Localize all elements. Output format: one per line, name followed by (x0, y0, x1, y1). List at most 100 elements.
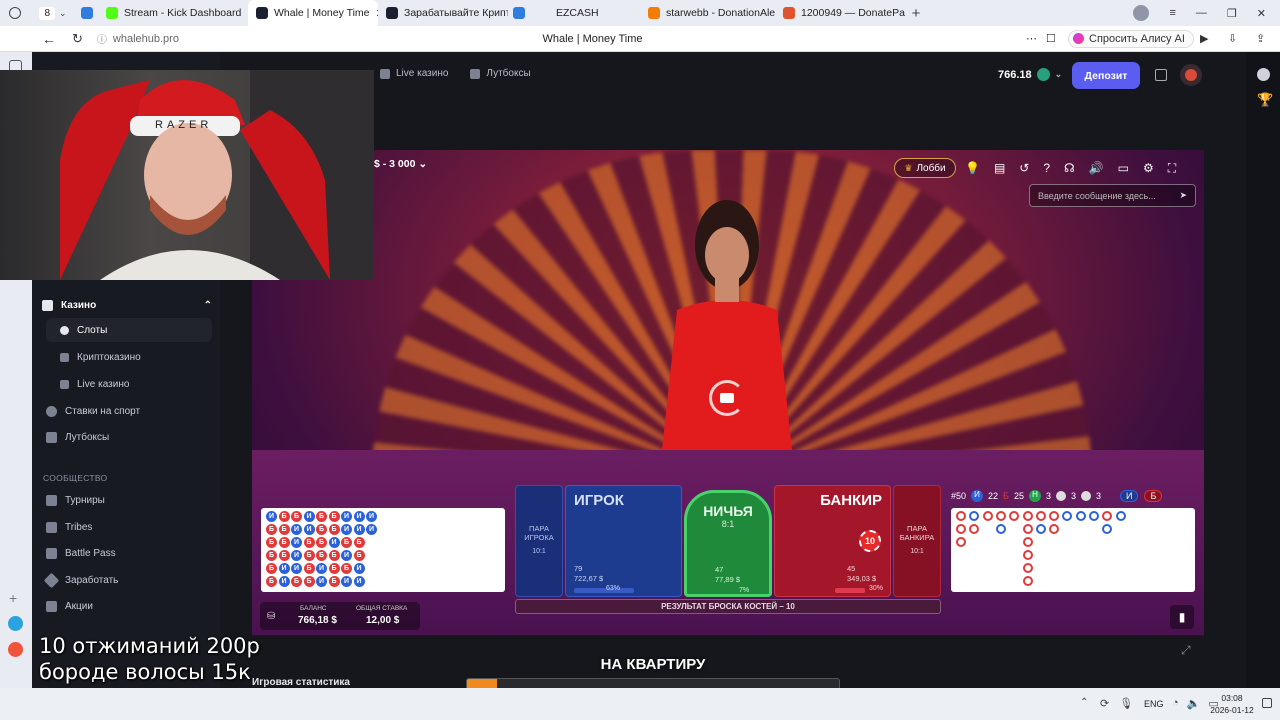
share-icon[interactable]: ⇪ (1256, 32, 1265, 45)
window-close-icon[interactable]: ✕ (1257, 7, 1266, 20)
gift-icon[interactable] (1155, 69, 1167, 81)
chevron-down-icon[interactable]: ⌄ (59, 8, 67, 19)
history-icon[interactable] (0, 7, 30, 19)
tab-label: 1200949 — DonatePay (801, 7, 905, 19)
sidebar-item-promotions[interactable]: Акции (46, 601, 93, 612)
tab-ezcash[interactable]: EZCASH (530, 0, 640, 26)
community-heading: СООБЩЕСТВО (43, 473, 108, 483)
media-icon[interactable]: ▶ (1200, 32, 1208, 45)
sidebar-item-tournaments[interactable]: Турниры (46, 495, 105, 506)
downloads-icon[interactable]: ⇩ (1228, 32, 1237, 45)
video-icon[interactable]: ▭ (1118, 161, 1129, 176)
tie-bet[interactable]: НИЧЬЯ 8:1 47 77,89 $ 7% (684, 490, 772, 597)
sync-icon[interactable]: ⟳ (1100, 697, 1109, 710)
bookmark-icon[interactable]: ☐ (1046, 32, 1056, 45)
profile-avatar[interactable] (1133, 5, 1150, 21)
sidebar-casino-section[interactable]: Казино ⌃ (42, 300, 212, 311)
sidebar-item-lootboxes[interactable]: Лутбоксы (46, 432, 109, 443)
sidebar-item-cryptocasino[interactable]: Криптоказино (60, 352, 141, 363)
settings-icon[interactable]: ⚙ (1143, 161, 1154, 176)
speaker-icon[interactable]: 🔈 (1187, 697, 1201, 710)
tie-bettors: 47 (715, 565, 724, 574)
more-icon[interactable]: ⋯ (1026, 32, 1037, 45)
bead-road: ИББИББИИИББИИББИИИББИББИББББИБББИББИИБИБ… (261, 508, 505, 592)
nav-lootboxes[interactable]: Лутбоксы (470, 68, 531, 79)
sidebar-item-slots[interactable]: Слоты (46, 318, 212, 342)
deposit-button[interactable]: Депозит (1072, 62, 1140, 89)
player-label: ИГРОК (574, 492, 624, 509)
tab-pinned-2[interactable] (508, 0, 530, 26)
tab-whale[interactable]: Whale | Money Time ✕ (248, 0, 378, 26)
player-pair-label: ПАРА ИГРОКА (524, 524, 554, 542)
chat-icon[interactable]: ▤ (994, 161, 1005, 176)
send-icon[interactable]: ➤ (1179, 190, 1187, 201)
restore-icon[interactable]: ❐ (1227, 7, 1237, 20)
new-tab-button[interactable]: + (905, 5, 927, 22)
volume-icon[interactable]: 🔊 (1089, 161, 1104, 176)
live-icon (380, 68, 390, 79)
alice-button[interactable]: Спросить Алису AI (1068, 29, 1194, 48)
help-icon[interactable]: ? (1043, 161, 1050, 176)
player-pair-count: 3 (1070, 491, 1076, 501)
cherry-icon (60, 325, 69, 335)
history-icon[interactable]: ↺ (1019, 161, 1029, 176)
telegram-icon[interactable] (8, 616, 23, 631)
minimize-icon[interactable]: — (1196, 7, 1207, 19)
chevron-up-icon[interactable]: ⌃ (204, 300, 212, 311)
bead-road-cell: И (291, 537, 302, 548)
sidebar-item-live-casino[interactable]: Live казино (60, 379, 129, 390)
statistics-icon[interactable]: ▮ (1170, 605, 1194, 629)
banker-predict-button[interactable]: Б (1144, 490, 1163, 502)
bead-road-cell: И (341, 576, 352, 587)
tab-counter[interactable]: 8 ⌄ (30, 6, 76, 20)
bead-road-cell: Б (278, 537, 290, 548)
trophy-icon[interactable]: 🏆 (1257, 92, 1273, 108)
razer-logo: RAZER (155, 119, 213, 131)
wifi-icon[interactable]: ◔ (1172, 697, 1179, 710)
sidebar-item-sports[interactable]: Ставки на спорт (46, 406, 140, 417)
sidebar-item-battle-pass[interactable]: Battle Pass (46, 548, 116, 559)
player-predict-button[interactable]: И (1120, 490, 1139, 502)
headset-icon[interactable]: ☊ (1064, 161, 1075, 176)
tray-chevron-icon[interactable]: ⌃ (1080, 697, 1088, 708)
casino-label: Казино (61, 300, 97, 311)
expand-icon[interactable]: ⤢ (1181, 643, 1191, 658)
sidebar-item-label: Tribes (65, 522, 93, 533)
bet-limits[interactable]: $ - 3 000 ⌄ (374, 158, 427, 170)
player-bet[interactable]: ИГРОК 79 722,67 $ 63% (565, 485, 682, 597)
bead-road-cell: И (353, 563, 365, 574)
player-progress (574, 588, 634, 593)
add-panel-icon[interactable]: + (9, 590, 17, 606)
tab-donationalerts[interactable]: starwebb - DonationAlert (640, 0, 775, 26)
tab-kick[interactable]: Stream - Kick Dashboard (98, 0, 248, 26)
tips-icon[interactable]: 💡 (965, 161, 980, 176)
banker-bet[interactable]: БАНКИР 10 45 349,03 $ 30% (774, 485, 891, 597)
lobby-button[interactable]: ♛ Лобби (894, 158, 956, 178)
banker-pair-bet[interactable]: ПАРА БАНКИРА 10:1 (893, 485, 941, 597)
big-road-cell (1022, 563, 1033, 573)
sidebar-item-earn[interactable]: Заработать (43, 572, 118, 589)
mic-icon[interactable]: 🎙 (1119, 697, 1133, 710)
clock[interactable]: 03:08 2026-01-12 (1210, 692, 1254, 716)
bead-road-cell: Б (316, 524, 327, 535)
bet-chip: 10 (859, 530, 881, 552)
notifications-icon[interactable] (1262, 698, 1272, 708)
player-pair-bet[interactable]: ПАРА ИГРОКА 10:1 (515, 485, 563, 597)
nav-label: Live казино (396, 68, 449, 79)
balance-selector[interactable]: 766.18 ⌄ (998, 68, 1062, 81)
sidebar-item-tribes[interactable]: Tribes (46, 522, 92, 533)
avatar[interactable] (1180, 64, 1202, 86)
fullscreen-icon[interactable]: ⛶ (1168, 161, 1176, 176)
bead-road-cell: Б (328, 550, 340, 561)
mail-icon[interactable] (8, 642, 23, 657)
tab-crypto[interactable]: Зарабатывайте Крипту - (378, 0, 508, 26)
chat-bubble-icon[interactable] (1257, 68, 1270, 81)
tab-pinned-1[interactable] (76, 0, 98, 26)
crown-icon: ♛ (904, 162, 913, 173)
menu-icon[interactable]: ≡ (1169, 7, 1175, 19)
language-indicator[interactable]: ENG (1144, 699, 1164, 709)
big-road-cell (1102, 524, 1113, 534)
tab-donatepay[interactable]: 1200949 — DonatePay (775, 0, 905, 26)
nav-live-casino[interactable]: Live казино (380, 68, 448, 79)
chat-input[interactable]: Введите сообщение здесь... ➤ (1029, 184, 1196, 207)
